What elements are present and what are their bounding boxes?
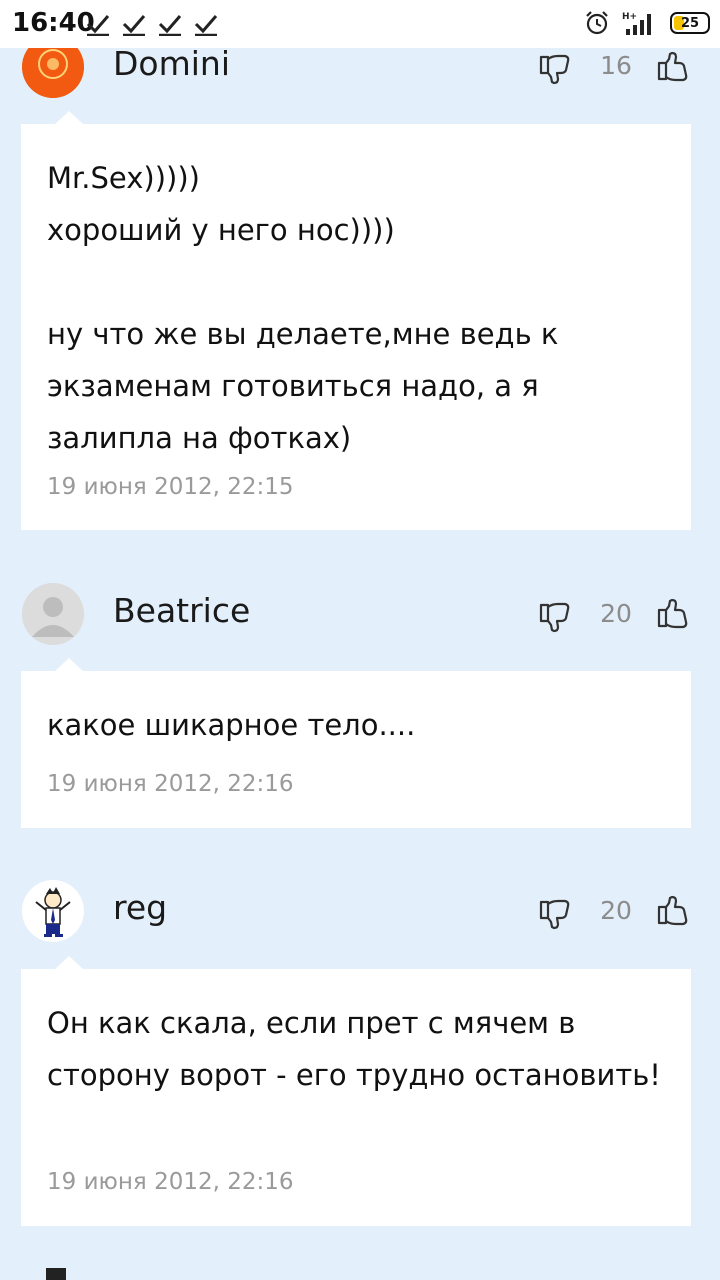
notification-icons — [86, 12, 218, 36]
comment-card: Mr.Sex))))) хороший у него нос)))) ну чт… — [21, 111, 691, 530]
thumbs-down-icon[interactable] — [538, 52, 572, 86]
next-comment-peek — [46, 1268, 66, 1280]
cartoon-avatar — [22, 880, 84, 942]
avatar[interactable] — [22, 880, 84, 942]
battery-percent: 25 — [680, 15, 700, 31]
battery-icon: 25 — [670, 12, 710, 34]
check-icon — [86, 15, 110, 36]
comment-text: Он как скала, если прет с мячем в сторон… — [47, 1006, 661, 1092]
comment-author[interactable]: Domini — [113, 44, 230, 83]
thumbs-down-icon[interactable] — [538, 897, 572, 931]
comment-text: какое шикарное тело.... — [47, 708, 416, 742]
thumbs-down-icon[interactable] — [538, 600, 572, 634]
comment-author[interactable]: Beatrice — [113, 591, 250, 630]
signal-icon: H+ — [622, 12, 651, 35]
status-time: 16:40 — [12, 8, 95, 38]
comment-date: 19 июня 2012, 22:15 — [47, 474, 294, 500]
svg-text:H+: H+ — [622, 12, 637, 22]
check-icon — [158, 15, 182, 36]
check-icon — [122, 15, 146, 36]
vote-count: 20 — [600, 599, 632, 628]
thumbs-up-icon[interactable] — [656, 894, 690, 928]
comment-date: 19 июня 2012, 22:16 — [47, 771, 294, 797]
comment-text: Mr.Sex))))) хороший у него нос)))) ну чт… — [47, 161, 559, 455]
vote-count: 16 — [600, 51, 632, 80]
comment-author[interactable]: reg — [113, 888, 167, 927]
alarm-icon — [586, 11, 608, 35]
comment-card: Он как скала, если прет с мячем в сторон… — [21, 956, 691, 1226]
default-user-avatar — [22, 583, 84, 645]
check-icon — [194, 15, 218, 36]
avatar[interactable] — [22, 583, 84, 645]
thumbs-up-icon[interactable] — [656, 50, 690, 84]
system-icons: H+ 25 — [584, 10, 710, 36]
thumbs-up-icon[interactable] — [656, 597, 690, 631]
comment-date: 19 июня 2012, 22:16 — [47, 1169, 294, 1195]
status-bar: 16:40 H+ 25 — [0, 0, 720, 48]
comment-card: какое шикарное тело.... 19 июня 2012, 22… — [21, 658, 691, 828]
vote-count: 20 — [600, 896, 632, 925]
